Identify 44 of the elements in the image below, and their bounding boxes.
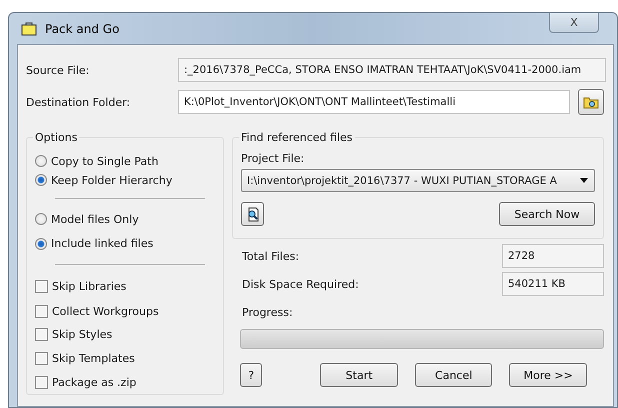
option-label: Copy to Single Path [51,154,158,168]
option-label: Keep Folder Hierarchy [51,174,172,187]
search-now-button[interactable]: Search Now [499,202,595,226]
search-files-button[interactable] [241,202,264,226]
option-label: Package as .zip [52,376,136,389]
option-label: Skip Libraries [52,280,126,293]
option-label: Collect Workgroups [52,304,159,318]
dialog-button[interactable]: Cancel [414,363,492,387]
project-file-dropdown[interactable]: I:\inventor\projektit_2016\7377 - WUXI PUTIAN_STORAGE A [241,169,595,192]
briefcase-icon [21,22,37,36]
checkbox[interactable] [35,352,48,366]
radio-button[interactable] [35,174,47,186]
field-label: Source File: [26,64,90,76]
dialog-button[interactable]: More >> [509,363,587,387]
folder-icon [583,95,599,109]
dropdown-arrow-icon [580,178,588,183]
field-label: Total Files: [242,250,300,262]
radio-button[interactable] [35,213,47,226]
option-label: Skip Templates [52,352,135,366]
radio-button[interactable] [35,155,47,168]
total-files-value: 2728 [502,244,604,268]
destination-folder-field[interactable]: K:\0Plot_Inventor\JOK\ONT\ONT Mallinteet\Testimalli [178,90,570,114]
checkbox[interactable] [35,304,48,318]
close-button[interactable]: X [549,13,599,33]
disk-space-value: 540211 KB [502,272,604,296]
checkbox[interactable] [35,328,48,342]
checkbox[interactable] [35,280,48,293]
option-label: Model files Only [51,212,139,226]
checkbox[interactable] [35,376,48,389]
group-title: Find referenced files [239,131,355,144]
group-title: Options [33,131,80,144]
window-title: Pack and Go [45,22,120,36]
help-button[interactable]: ? [240,363,262,387]
dialog-button[interactable]: Start [320,363,398,387]
option-label: Include linked files [51,237,154,250]
field-label: Progress: [242,306,293,318]
browse-button[interactable] [578,89,604,115]
source-file-field[interactable]: :_2016\7378_PeCCa, STORA ENSO IMATRAN TEHTAAT\JoK\SV0411-2000.iam [178,58,606,82]
field-label: Project File: [241,152,306,165]
search-icon [246,206,260,222]
radio-button[interactable] [35,238,47,250]
field-label: Destination Folder: [26,96,132,108]
field-label: Disk Space Required: [242,278,359,290]
option-label: Skip Styles [52,328,112,342]
